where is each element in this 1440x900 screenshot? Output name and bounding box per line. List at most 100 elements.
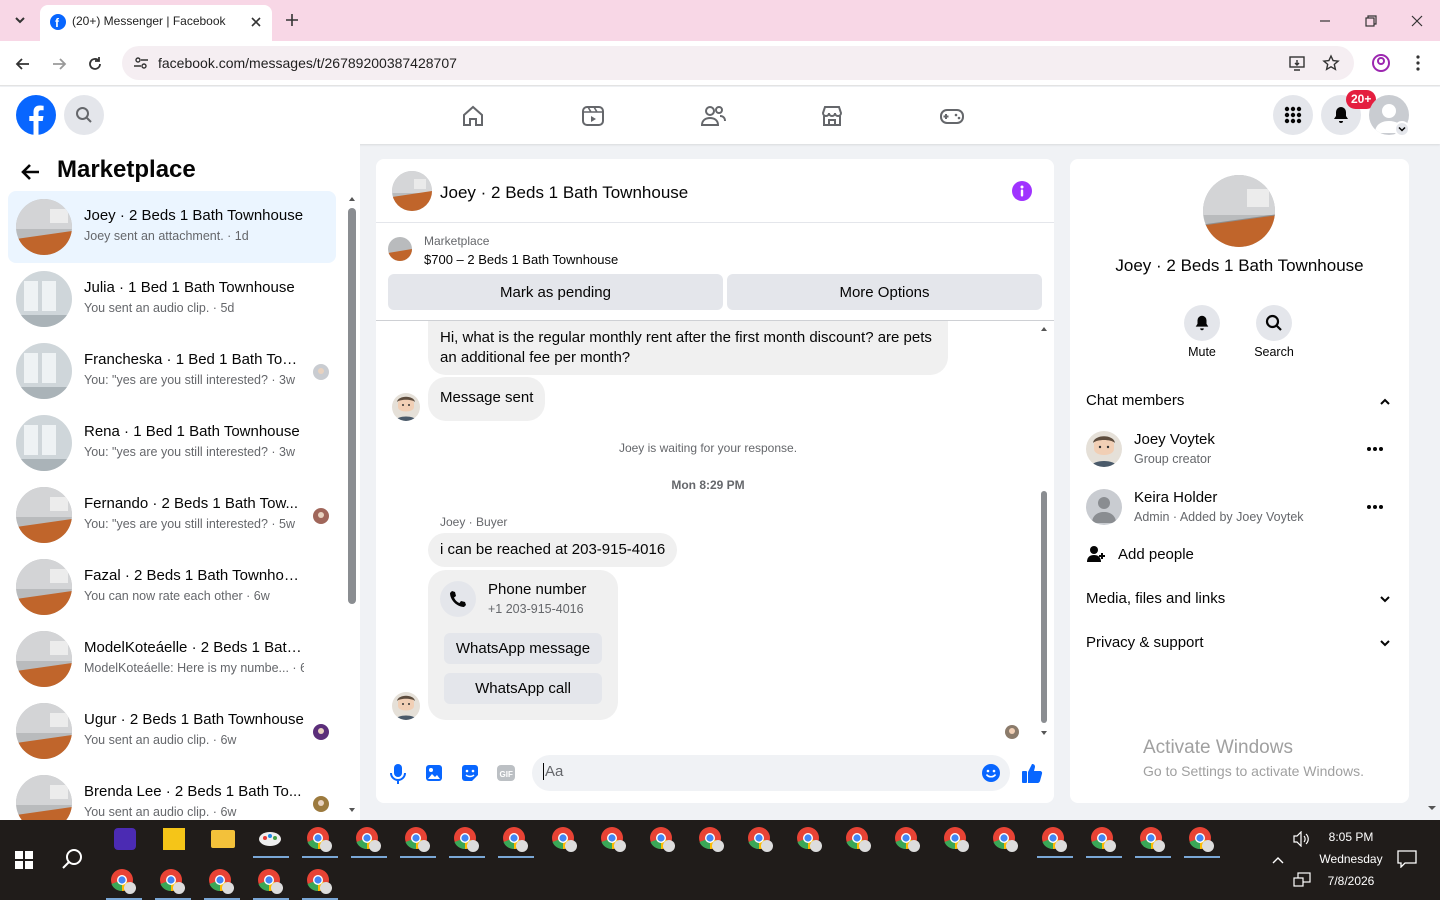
- conversation-item[interactable]: Joey · 2 Beds 1 Bath Townhouse Joey sent …: [8, 191, 336, 263]
- url-bar[interactable]: facebook.com/messages/t/2678920038742870…: [122, 46, 1354, 80]
- notification-center-icon[interactable]: [1397, 850, 1417, 868]
- media-files-links-section[interactable]: Media, files and links: [1086, 590, 1225, 607]
- search-in-conversation-button[interactable]: [1256, 305, 1292, 341]
- avatar[interactable]: [392, 692, 420, 720]
- chrome-window-icon[interactable]: [1139, 826, 1167, 854]
- member-name[interactable]: Keira Holder: [1134, 489, 1217, 506]
- page-scroll-down-arrow-icon[interactable]: [1427, 803, 1437, 813]
- chevron-down-icon[interactable]: [1377, 635, 1393, 651]
- member-avatar[interactable]: [1086, 431, 1122, 467]
- clock-date[interactable]: 7/8/2026: [1316, 874, 1386, 888]
- bookmark-star-icon[interactable]: [1322, 54, 1340, 72]
- message-bubble[interactable]: Hi, what is the regular monthly rent aft…: [428, 321, 948, 375]
- restore-icon[interactable]: [1362, 12, 1380, 30]
- chrome-window-icon[interactable]: [453, 826, 481, 854]
- chrome-window-icon[interactable]: [1090, 826, 1118, 854]
- chat-members-header[interactable]: Chat members: [1086, 392, 1184, 409]
- add-person-icon[interactable]: [1086, 544, 1106, 564]
- image-attach-icon[interactable]: [424, 763, 444, 783]
- conversation-item[interactable]: ModelKoteáelle · 2 Beds 1 Bath T... Model…: [8, 623, 336, 695]
- chrome-window-icon[interactable]: [208, 868, 236, 896]
- menu-grid-button[interactable]: [1273, 95, 1313, 135]
- network-icon[interactable]: [1293, 872, 1311, 888]
- listing-thumbnail[interactable]: [388, 237, 412, 261]
- conversation-item[interactable]: Rena · 1 Bed 1 Bath Townhouse You: "yes a…: [8, 407, 336, 479]
- chrome-window-icon[interactable]: [747, 826, 775, 854]
- emoji-icon[interactable]: [981, 763, 1001, 783]
- chrome-window-icon[interactable]: [110, 868, 138, 896]
- info-icon[interactable]: [1012, 181, 1032, 201]
- tab-search-dropdown-icon[interactable]: [10, 10, 30, 30]
- site-info-icon[interactable]: [132, 54, 150, 72]
- conversation-item[interactable]: Julia · 1 Bed 1 Bath Townhouse You sent a…: [8, 263, 336, 335]
- conversation-item[interactable]: Francheska · 1 Bed 1 Bath Tow... You: "ye…: [8, 335, 336, 407]
- tab-close-icon[interactable]: [248, 14, 264, 30]
- mark-as-pending-button[interactable]: Mark as pending: [388, 274, 723, 310]
- minimize-icon[interactable]: [1316, 12, 1334, 30]
- back-arrow-icon[interactable]: [20, 161, 42, 183]
- chrome-window-icon[interactable]: [796, 826, 824, 854]
- browser-menu-icon[interactable]: [1408, 53, 1428, 73]
- mute-button[interactable]: [1184, 305, 1220, 341]
- home-icon[interactable]: [460, 103, 486, 129]
- reload-icon[interactable]: [85, 54, 105, 74]
- chrome-window-icon[interactable]: [1041, 826, 1069, 854]
- chrome-window-icon[interactable]: [355, 826, 383, 854]
- chevron-down-icon[interactable]: [1377, 591, 1393, 607]
- microphone-icon[interactable]: [389, 763, 407, 785]
- chevron-up-icon[interactable]: [1377, 394, 1393, 410]
- chat-avatar[interactable]: [392, 171, 432, 211]
- thumbs-up-icon[interactable]: [1021, 762, 1043, 784]
- chrome-window-icon[interactable]: [600, 826, 628, 854]
- chrome-window-icon[interactable]: [845, 826, 873, 854]
- conversation-avatar[interactable]: [1203, 175, 1275, 247]
- chrome-window-icon[interactable]: [404, 826, 432, 854]
- chat-title[interactable]: Joey · 2 Beds 1 Bath Townhouse: [440, 183, 688, 203]
- chrome-window-icon[interactable]: [1188, 826, 1216, 854]
- back-arrow-icon[interactable]: [13, 54, 33, 74]
- install-app-icon[interactable]: [1288, 54, 1306, 72]
- friends-icon[interactable]: [700, 103, 726, 129]
- member-options-icon[interactable]: [1365, 439, 1385, 459]
- chrome-window-icon[interactable]: [894, 826, 922, 854]
- sticky-notes-icon[interactable]: [163, 828, 185, 850]
- member-options-icon[interactable]: [1365, 497, 1385, 517]
- chrome-window-icon[interactable]: [159, 868, 187, 896]
- video-icon[interactable]: [580, 103, 606, 129]
- profile-icon[interactable]: [1371, 53, 1391, 73]
- sticker-icon[interactable]: [460, 763, 480, 783]
- marketplace-icon[interactable]: [819, 103, 845, 129]
- privacy-support-section[interactable]: Privacy & support: [1086, 634, 1204, 651]
- taskbar-app-icon[interactable]: [114, 828, 136, 850]
- messages-scrollbar[interactable]: [1040, 325, 1048, 739]
- chrome-window-icon[interactable]: [649, 826, 677, 854]
- account-chevron-down-icon[interactable]: [1394, 121, 1410, 137]
- paint-icon[interactable]: [258, 830, 282, 848]
- add-people-button[interactable]: Add people: [1118, 546, 1194, 563]
- close-window-icon[interactable]: [1408, 12, 1426, 30]
- taskbar-search-icon[interactable]: [61, 848, 83, 870]
- conversation-item[interactable]: Brenda Lee · 2 Beds 1 Bath To... You sent…: [8, 767, 336, 820]
- file-explorer-icon[interactable]: [211, 830, 235, 848]
- gif-icon[interactable]: GIF: [496, 763, 516, 783]
- chrome-window-icon[interactable]: [943, 826, 971, 854]
- listing-title[interactable]: $700 – 2 Beds 1 Bath Townhouse: [424, 252, 618, 267]
- forward-arrow-icon[interactable]: [49, 54, 69, 74]
- show-hidden-icons-chevron-up-icon[interactable]: [1270, 852, 1286, 868]
- conversation-list-scrollbar[interactable]: [348, 196, 356, 816]
- chrome-window-icon[interactable]: [551, 826, 579, 854]
- whatsapp-message-button[interactable]: WhatsApp message: [444, 633, 602, 664]
- chrome-window-icon[interactable]: [257, 868, 285, 896]
- new-tab-icon[interactable]: [283, 11, 301, 29]
- gaming-icon[interactable]: [939, 103, 965, 129]
- chrome-window-icon[interactable]: [306, 868, 334, 896]
- fb-search-button[interactable]: [64, 95, 104, 135]
- whatsapp-call-button[interactable]: WhatsApp call: [444, 673, 602, 704]
- windows-start-icon[interactable]: [15, 851, 33, 869]
- conversation-item[interactable]: Fazal · 2 Beds 1 Bath Townhouse You can n…: [8, 551, 336, 623]
- chrome-window-icon[interactable]: [502, 826, 530, 854]
- member-avatar[interactable]: [1086, 489, 1122, 525]
- chrome-window-icon[interactable]: [698, 826, 726, 854]
- chrome-window-icon[interactable]: [306, 826, 334, 854]
- browser-tab-active[interactable]: f (20+) Messenger | Facebook: [40, 5, 272, 41]
